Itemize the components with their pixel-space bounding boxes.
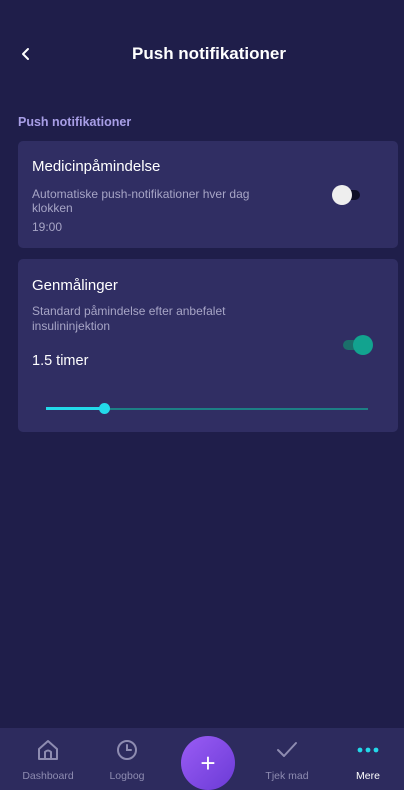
- remeasure-title: Genmålinger: [32, 277, 118, 294]
- remeasure-desc-2: insulininjektion: [32, 319, 111, 333]
- nav-tjek-mad[interactable]: Tjek mad: [247, 728, 327, 790]
- more-dots-icon: [357, 747, 379, 753]
- header: Push notifikationer: [0, 0, 404, 100]
- nav-tjek-mad-label: Tjek mad: [265, 770, 309, 782]
- medicine-reminder-time: 19:00: [32, 220, 63, 234]
- plus-icon: +: [200, 748, 216, 778]
- remeasure-slider[interactable]: [46, 399, 368, 419]
- checkmark-icon: [277, 742, 297, 757]
- page-title: Push notifikationer: [132, 44, 286, 63]
- nav-mere[interactable]: Mere: [328, 728, 404, 790]
- medicine-reminder-card: Medicinpåmindelse Automatiske push-notif…: [18, 141, 398, 248]
- nav-mere-label: Mere: [356, 770, 380, 782]
- slider-knob[interactable]: [99, 403, 110, 414]
- nav-dashboard-label: Dashboard: [22, 770, 74, 782]
- slider-fill: [46, 407, 104, 410]
- nav-logbog[interactable]: Logbog: [87, 728, 167, 790]
- remeasure-value-label: 1.5 timer: [32, 353, 89, 369]
- medicine-reminder-desc-1: Automatiske push-notifikationer hver dag: [32, 187, 250, 201]
- remeasure-card: Genmålinger Standard påmindelse efter an…: [18, 259, 398, 432]
- medicine-reminder-toggle[interactable]: [332, 185, 364, 205]
- clock-icon: [117, 740, 137, 760]
- nav-dashboard[interactable]: Dashboard: [8, 728, 88, 790]
- remeasure-desc-1: Standard påmindelse efter anbefalet: [32, 304, 226, 318]
- toggle-thumb: [332, 185, 352, 205]
- nav-logbog-label: Logbog: [109, 770, 145, 782]
- add-button[interactable]: +: [181, 736, 235, 790]
- medicine-reminder-title: Medicinpåmindelse: [32, 158, 161, 175]
- section-title: Push notifikationer: [18, 115, 132, 129]
- toggle-thumb: [353, 335, 373, 355]
- medicine-reminder-desc-2: klokken: [32, 201, 73, 215]
- remeasure-toggle[interactable]: [341, 335, 373, 355]
- home-icon: [38, 740, 58, 760]
